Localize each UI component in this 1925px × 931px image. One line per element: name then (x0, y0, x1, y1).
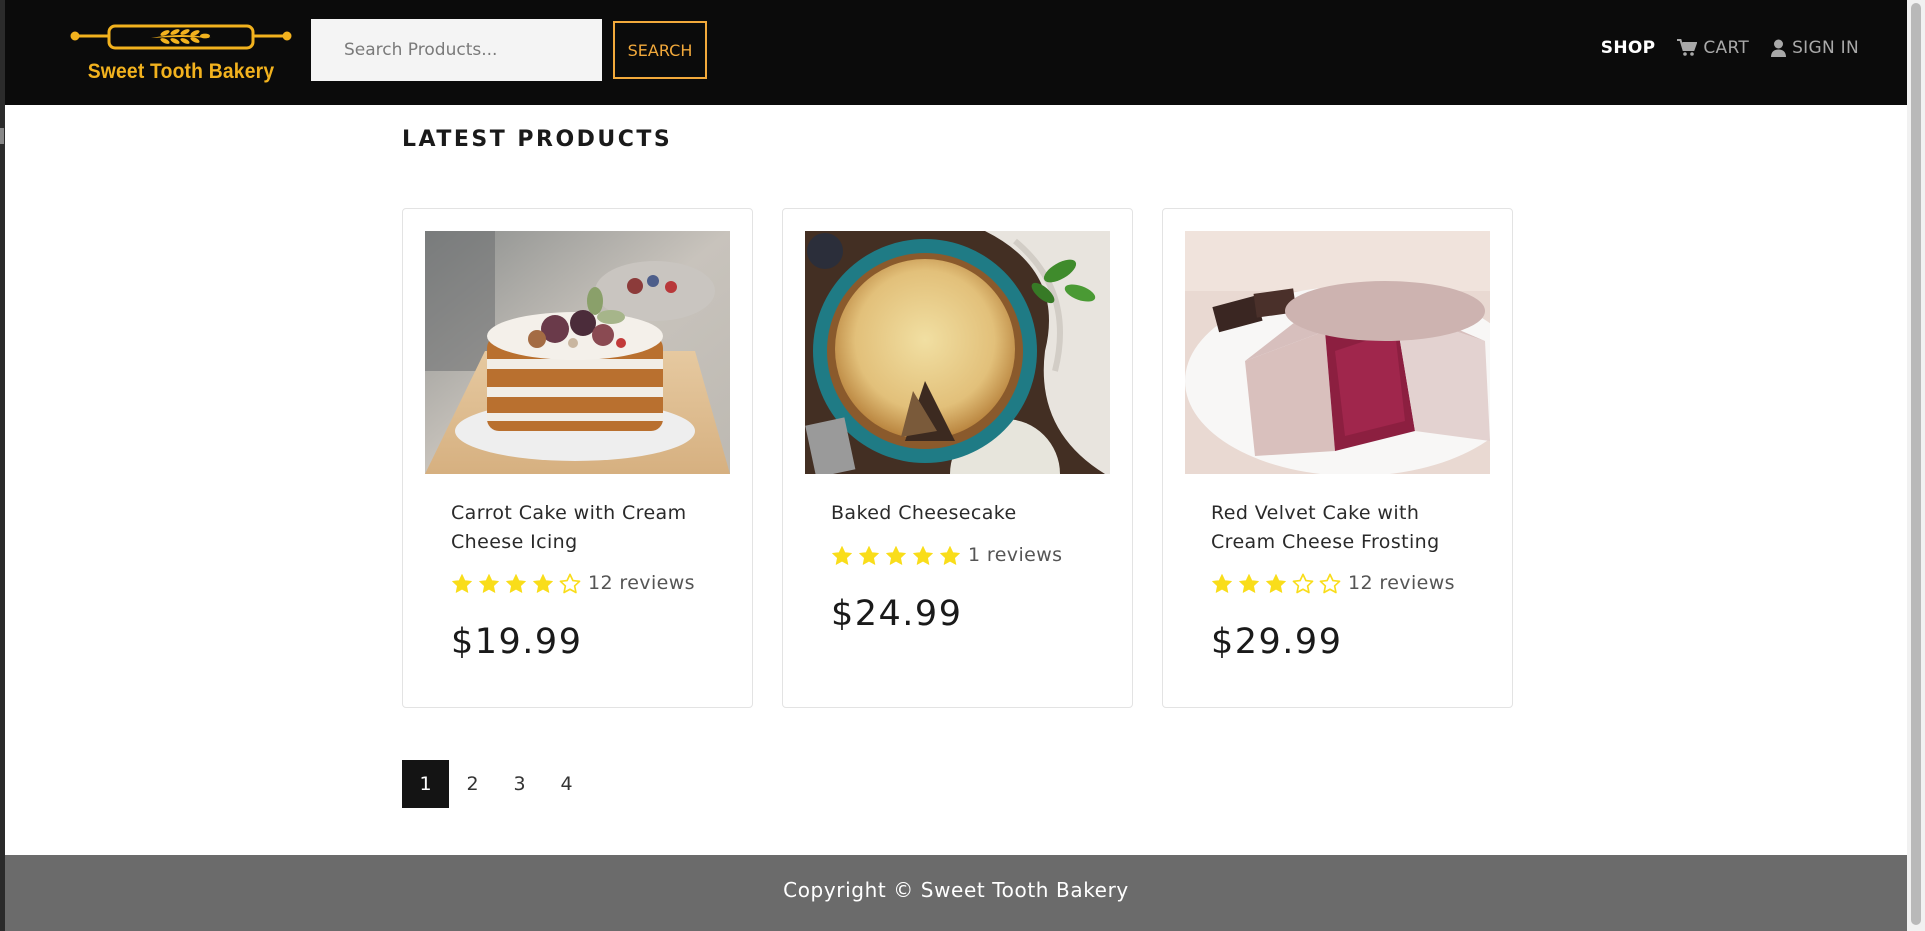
product-price: $19.99 (451, 622, 583, 662)
rating-stars (1211, 573, 1341, 594)
user-icon (1771, 39, 1787, 57)
product-card[interactable]: Red Velvet Cake with Cream Cheese Frosti… (1162, 208, 1513, 708)
cart-icon (1677, 39, 1698, 56)
footer: Copyright © Sweet Tooth Bakery (5, 855, 1907, 931)
star-empty-icon (1319, 573, 1341, 593)
product-name[interactable]: Baked Cheesecake (831, 499, 1091, 528)
star-filled-icon (452, 573, 472, 593)
brand-logo[interactable]: Sweet Tooth Bakery (69, 22, 293, 88)
star-filled-icon (832, 545, 852, 565)
star-filled-icon (886, 545, 906, 565)
product-image[interactable] (1185, 231, 1490, 474)
page-button[interactable]: 4 (543, 760, 590, 808)
search-input[interactable] (311, 19, 602, 81)
red-velvet-cake-photo (1185, 231, 1490, 474)
copyright-text: Copyright © Sweet Tooth Bakery (783, 878, 1129, 902)
product-image[interactable] (425, 231, 730, 474)
star-empty-icon (1292, 573, 1314, 593)
carrot-cake-photo (425, 231, 730, 474)
star-filled-icon (859, 545, 879, 565)
star-filled-icon (533, 573, 553, 593)
navbar: Sweet Tooth Bakery SEARCH SHOP CART (5, 0, 1907, 105)
star-filled-icon (1266, 573, 1286, 593)
search-button[interactable]: SEARCH (613, 21, 707, 79)
product-price: $24.99 (831, 594, 963, 634)
star-filled-icon (506, 573, 526, 593)
brand-name: Sweet Tooth Bakery (87, 60, 275, 83)
window-edge-handle (0, 128, 4, 144)
nav-sign-in-link[interactable]: SIGN IN (1771, 38, 1859, 58)
product-price: $29.99 (1211, 622, 1343, 662)
nav-shop-label: SHOP (1600, 38, 1656, 58)
star-empty-icon (559, 573, 581, 593)
product-name[interactable]: Red Velvet Cake with Cream Cheese Frosti… (1211, 499, 1471, 557)
page-button[interactable]: 3 (496, 760, 543, 808)
pagination: 1 2 3 4 (402, 760, 590, 808)
page-button[interactable]: 2 (449, 760, 496, 808)
review-count: 12 reviews (588, 572, 695, 594)
rating-stars (451, 573, 581, 594)
nav-sign-in-label: SIGN IN (1792, 38, 1859, 58)
page-viewport: Sweet Tooth Bakery SEARCH SHOP CART (5, 0, 1907, 931)
page-title: LATEST PRODUCTS (402, 127, 673, 152)
rolling-pin-wheat-icon (70, 24, 292, 50)
product-name[interactable]: Carrot Cake with Cream Cheese Icing (451, 499, 711, 557)
product-rating: 12 reviews (1211, 572, 1455, 594)
vertical-scrollbar[interactable] (1907, 0, 1925, 931)
nav-shop-link[interactable]: SHOP (1601, 38, 1656, 58)
star-filled-icon (940, 545, 960, 565)
star-filled-icon (479, 573, 499, 593)
cheesecake-photo (805, 231, 1110, 474)
review-count: 1 reviews (968, 544, 1063, 566)
scrollbar-thumb[interactable] (1911, 3, 1921, 925)
nav-cart-link[interactable]: CART (1677, 38, 1749, 58)
nav-links: SHOP CART SIGN IN (1601, 38, 1859, 58)
page-button[interactable]: 1 (402, 760, 449, 808)
review-count: 12 reviews (1348, 572, 1455, 594)
product-image[interactable] (805, 231, 1110, 474)
star-filled-icon (1239, 573, 1259, 593)
star-filled-icon (1212, 573, 1232, 593)
product-rating: 1 reviews (831, 544, 1062, 566)
product-card[interactable]: Carrot Cake with Cream Cheese Icing 12 r… (402, 208, 753, 708)
rating-stars (831, 545, 961, 566)
product-card[interactable]: Baked Cheesecake 1 reviews $24.99 (782, 208, 1133, 708)
nav-cart-label: CART (1703, 38, 1750, 58)
star-filled-icon (913, 545, 933, 565)
product-rating: 12 reviews (451, 572, 695, 594)
